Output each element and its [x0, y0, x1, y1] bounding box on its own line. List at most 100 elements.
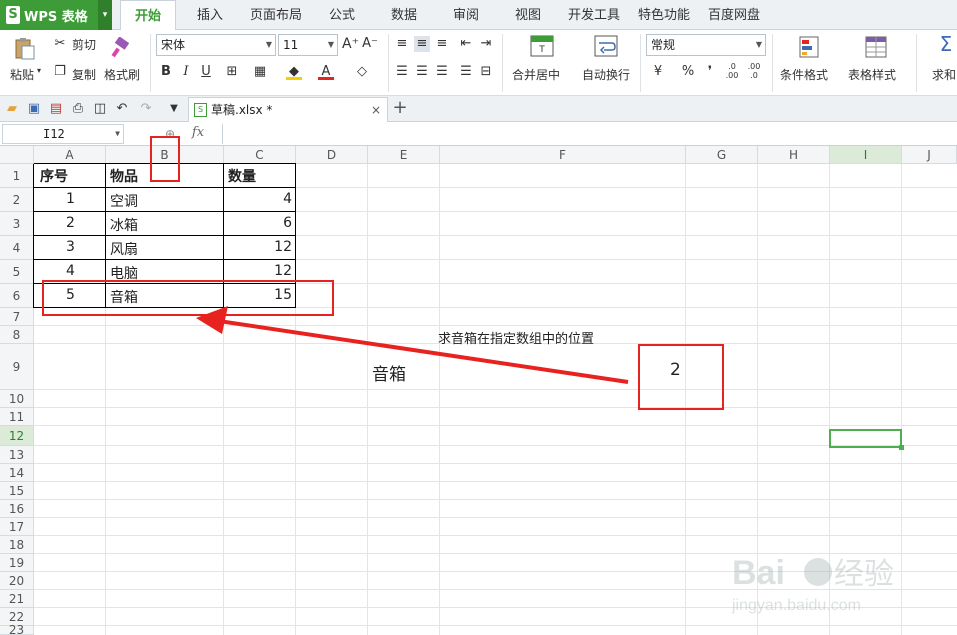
svg-text:jingyan.baidu.com: jingyan.baidu.com: [732, 597, 861, 614]
ribbon-divider: [388, 34, 389, 92]
undo-icon[interactable]: ↶: [114, 101, 130, 117]
font-size-select[interactable]: 11 ▼: [278, 34, 338, 56]
name-box-value: I12: [43, 127, 65, 141]
ribbon-divider: [150, 34, 151, 92]
format-painter-button[interactable]: 格式刷: [104, 66, 140, 83]
align-bottom-icon[interactable]: ≡: [434, 36, 450, 52]
app-menu-button[interactable]: S WPS 表格 ▾: [0, 0, 112, 30]
print-icon[interactable]: ⎙: [70, 101, 86, 117]
chevron-down-icon: ▼: [265, 40, 272, 49]
font-name-select[interactable]: 宋体 ▼: [156, 34, 276, 56]
document-tab-title: 草稿.xlsx *: [211, 103, 273, 117]
clear-format-icon[interactable]: ◇: [354, 64, 370, 80]
number-format-value: 常规: [651, 38, 676, 52]
document-tab[interactable]: S 草稿.xlsx * ×: [188, 97, 388, 122]
chevron-down-icon[interactable]: ▾: [98, 0, 112, 30]
conditional-format-button[interactable]: 条件格式: [780, 66, 828, 83]
align-center-icon[interactable]: ☰: [414, 64, 430, 80]
indent-increase-icon[interactable]: ⇥: [478, 36, 494, 52]
wrap-text-button[interactable]: 自动换行: [582, 66, 630, 83]
sum-icon[interactable]: Σ: [938, 34, 954, 54]
tab-data[interactable]: 数据: [380, 0, 428, 30]
align-right-icon[interactable]: ☰: [434, 64, 450, 80]
tab-insert[interactable]: 插入: [186, 0, 234, 30]
underline-button[interactable]: U: [198, 64, 214, 80]
ribbon: 粘贴 ▾ ✂ 剪切 ❐ 复制 格式刷 宋体 ▼ 11 ▼ A⁺ A⁻ B I U…: [0, 30, 957, 96]
align-middle-icon[interactable]: ≡: [414, 36, 430, 52]
table-style-icon[interactable]: [862, 34, 890, 60]
paste-dropdown-icon[interactable]: ▾: [37, 66, 41, 75]
function-button[interactable]: fx: [188, 125, 208, 141]
print-preview-icon[interactable]: ◫: [92, 101, 108, 117]
new-tab-icon[interactable]: +: [392, 99, 408, 117]
font-color-icon[interactable]: A: [318, 64, 334, 80]
app-name: WPS 表格: [24, 9, 88, 25]
tab-formulas[interactable]: 公式: [318, 0, 366, 30]
spreadsheet-file-icon: S: [194, 103, 207, 117]
redo-icon[interactable]: ↷: [138, 101, 154, 117]
increase-decimal-button[interactable]: .0 .00: [724, 62, 740, 80]
ribbon-divider: [916, 34, 917, 92]
chevron-down-icon: ▼: [755, 40, 762, 49]
cut-button[interactable]: 剪切: [72, 36, 96, 53]
font-shrink-icon[interactable]: A⁻: [362, 36, 378, 52]
name-box[interactable]: I12 ▼: [2, 124, 124, 144]
tab-special[interactable]: 特色功能: [634, 0, 694, 30]
copy-button[interactable]: 复制: [72, 66, 96, 83]
menu-bar: S WPS 表格 ▾ 开始 插入 页面布局 公式 数据 审阅 视图 开发工具 特…: [0, 0, 957, 31]
paste-icon[interactable]: [10, 36, 38, 62]
comma-button[interactable]: ❜: [702, 64, 718, 80]
svg-text:经验: 经验: [834, 558, 894, 591]
scissors-icon[interactable]: ✂: [52, 36, 68, 52]
bold-button[interactable]: B: [158, 64, 174, 80]
format-painter-icon[interactable]: [108, 36, 134, 60]
currency-icon[interactable]: ¥: [650, 64, 666, 80]
font-grow-icon[interactable]: A⁺: [342, 36, 359, 52]
sum-button[interactable]: 求和: [932, 66, 956, 83]
merge-center-button[interactable]: 合并居中: [512, 66, 560, 83]
open-folder-icon[interactable]: ▰: [4, 101, 20, 117]
baidu-watermark-logo: Bai 经验 jingyan.baidu.com: [731, 546, 912, 626]
svg-text:Bai: Bai: [732, 554, 785, 592]
align-top-icon[interactable]: ≡: [394, 36, 410, 52]
percent-button[interactable]: %: [680, 64, 696, 80]
tab-home[interactable]: 开始: [120, 0, 176, 31]
table-style-button[interactable]: 表格样式: [848, 66, 896, 83]
chevron-down-icon[interactable]: ▼: [115, 125, 120, 143]
distributed-align-icon[interactable]: ⊟: [478, 64, 494, 80]
wps-logo-icon: S: [6, 6, 20, 24]
wrap-text-icon[interactable]: [592, 34, 620, 58]
fill-color-icon[interactable]: ◆: [286, 64, 302, 80]
tab-baidu-netdisk[interactable]: 百度网盘: [704, 0, 764, 30]
chevron-down-icon[interactable]: ▼: [166, 101, 182, 117]
border-icon[interactable]: ⊞: [224, 64, 240, 80]
align-left-icon[interactable]: ☰: [394, 64, 410, 80]
tab-page-layout[interactable]: 页面布局: [246, 0, 306, 30]
italic-button[interactable]: I: [178, 64, 194, 80]
font-size-value: 11: [283, 38, 299, 52]
close-icon[interactable]: ×: [371, 98, 381, 122]
font-name-value: 宋体: [161, 38, 186, 52]
decrease-decimal-button[interactable]: .00 .0: [746, 62, 762, 80]
spreadsheet-grid[interactable]: ABCDEFGHIJ 1 2 3 4 5 6 7 8 9 10 11 12 13 14 15 16 17 18 19…: [0, 136, 957, 635]
indent-decrease-icon[interactable]: ⇤: [458, 36, 474, 52]
formula-input[interactable]: [222, 124, 956, 144]
cell-fill-pattern-icon[interactable]: ▦: [252, 64, 268, 80]
ribbon-divider: [772, 34, 773, 92]
svg-text:T: T: [538, 45, 545, 55]
merge-center-icon[interactable]: T: [528, 34, 556, 58]
number-format-select[interactable]: 常规 ▼: [646, 34, 766, 56]
ribbon-divider: [502, 34, 503, 92]
paste-button[interactable]: 粘贴: [10, 66, 34, 83]
chevron-down-icon: ▼: [327, 40, 334, 49]
save-icon[interactable]: ▣: [26, 101, 42, 117]
tab-developer[interactable]: 开发工具: [564, 0, 624, 30]
tab-view[interactable]: 视图: [504, 0, 552, 30]
tab-review[interactable]: 审阅: [442, 0, 490, 30]
formula-bar: I12 ▼ ⊕ fx: [0, 122, 957, 146]
export-pdf-icon[interactable]: ▤: [48, 101, 64, 117]
justify-icon[interactable]: ☰: [458, 64, 474, 80]
quick-access-bar: ▰ ▣ ▤ ⎙ ◫ ↶ ↷ ▼ +: [0, 96, 957, 122]
copy-icon[interactable]: ❐: [52, 64, 68, 80]
conditional-format-icon[interactable]: [796, 34, 824, 60]
